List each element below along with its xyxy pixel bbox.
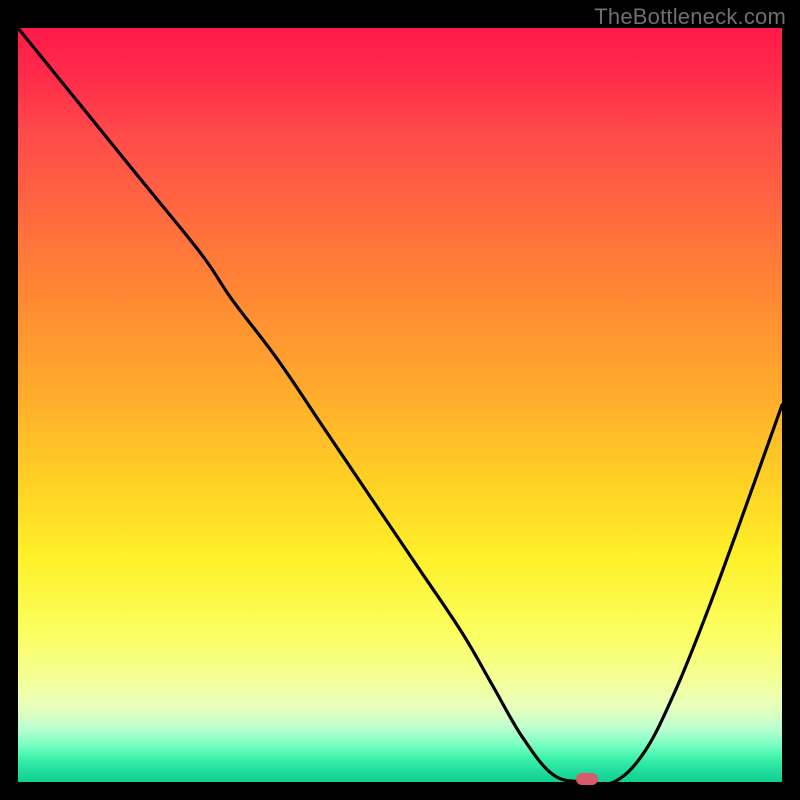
plot-area: [18, 28, 782, 782]
optimal-marker: [576, 773, 598, 785]
chart-frame: TheBottleneck.com: [0, 0, 800, 800]
bottleneck-curve: [18, 28, 782, 782]
curve-path: [18, 28, 782, 782]
watermark-text: TheBottleneck.com: [594, 4, 786, 30]
